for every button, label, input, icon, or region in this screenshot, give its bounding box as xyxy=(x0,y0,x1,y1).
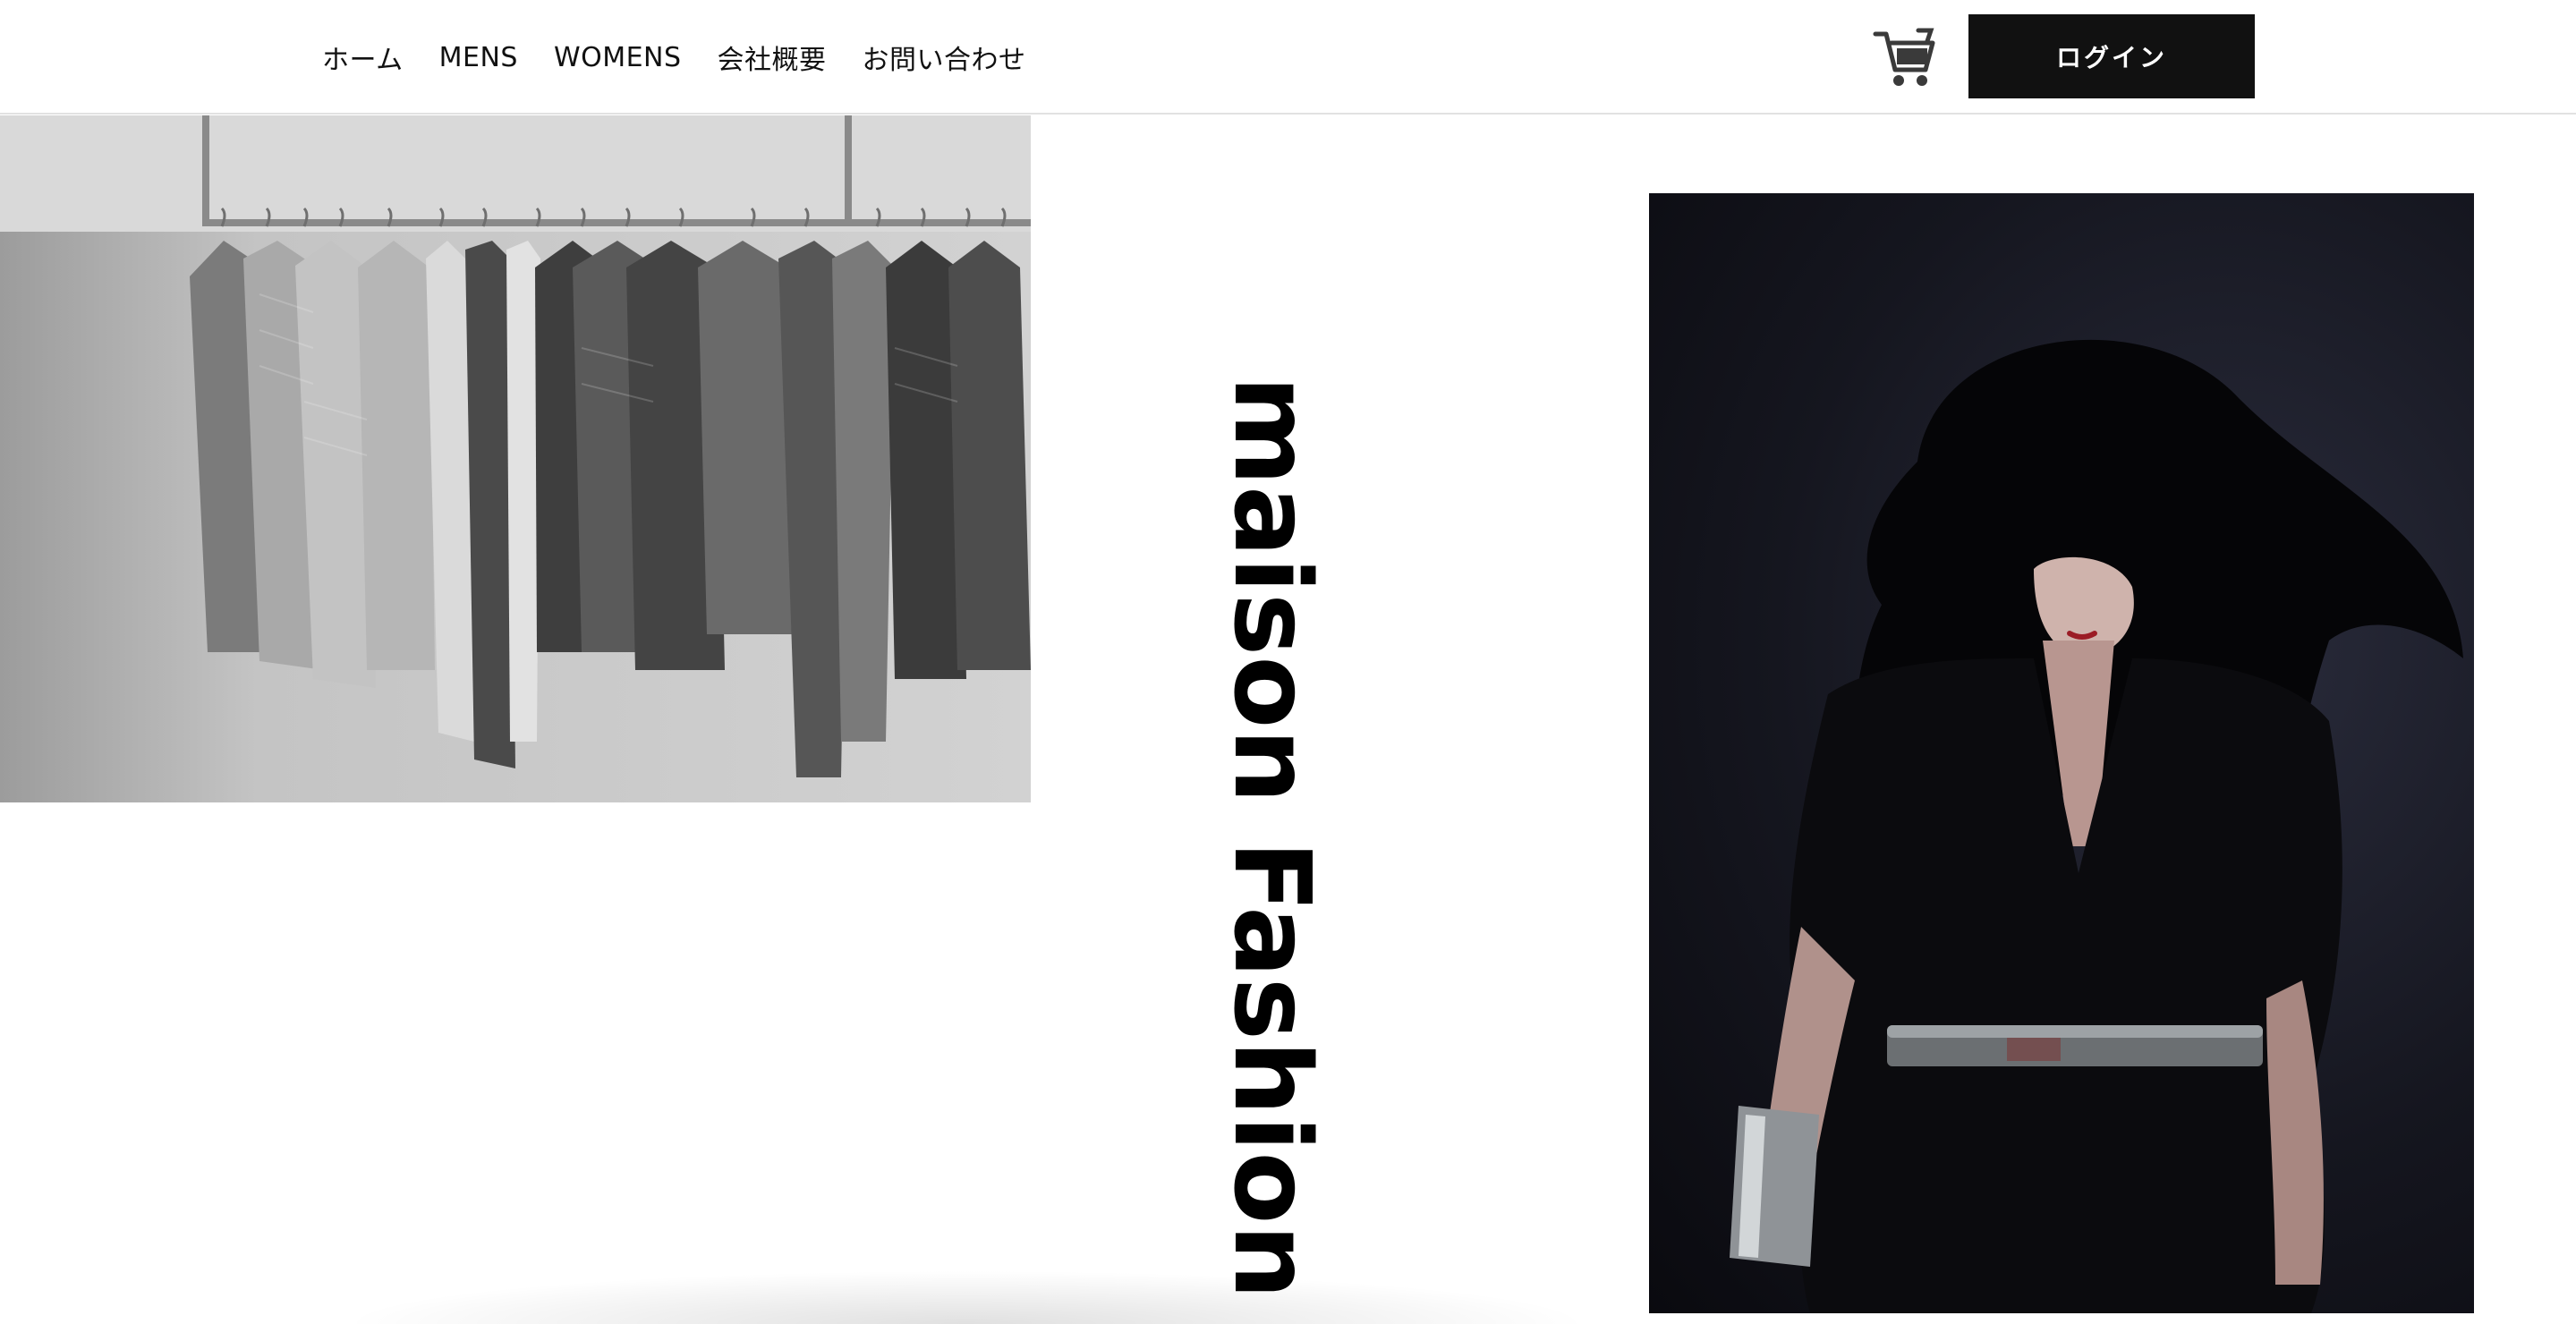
brand-title: maison Fashion xyxy=(1211,376,1334,1300)
cart-icon[interactable] xyxy=(1872,25,1936,88)
login-button[interactable]: ログイン xyxy=(1968,14,2255,98)
nav-womens-link[interactable]: WOMENS xyxy=(554,42,682,73)
bottom-shadow xyxy=(340,1270,1593,1324)
model-portrait-photo xyxy=(1649,193,2474,1313)
nav-about-link[interactable]: 会社概要 xyxy=(718,38,827,77)
nav-home-link[interactable]: ホーム xyxy=(322,38,404,77)
brand-title-wrap: maison Fashion xyxy=(1199,376,1351,1300)
clothing-rack-photo xyxy=(0,115,1031,802)
main-nav: ホーム MENS WOMENS 会社概要 お問い合わせ xyxy=(322,0,1026,115)
site-header: ホーム MENS WOMENS 会社概要 お問い合わせ ログイン xyxy=(0,0,2576,115)
nav-contact-link[interactable]: お問い合わせ xyxy=(863,38,1026,77)
nav-mens-link[interactable]: MENS xyxy=(439,42,518,73)
